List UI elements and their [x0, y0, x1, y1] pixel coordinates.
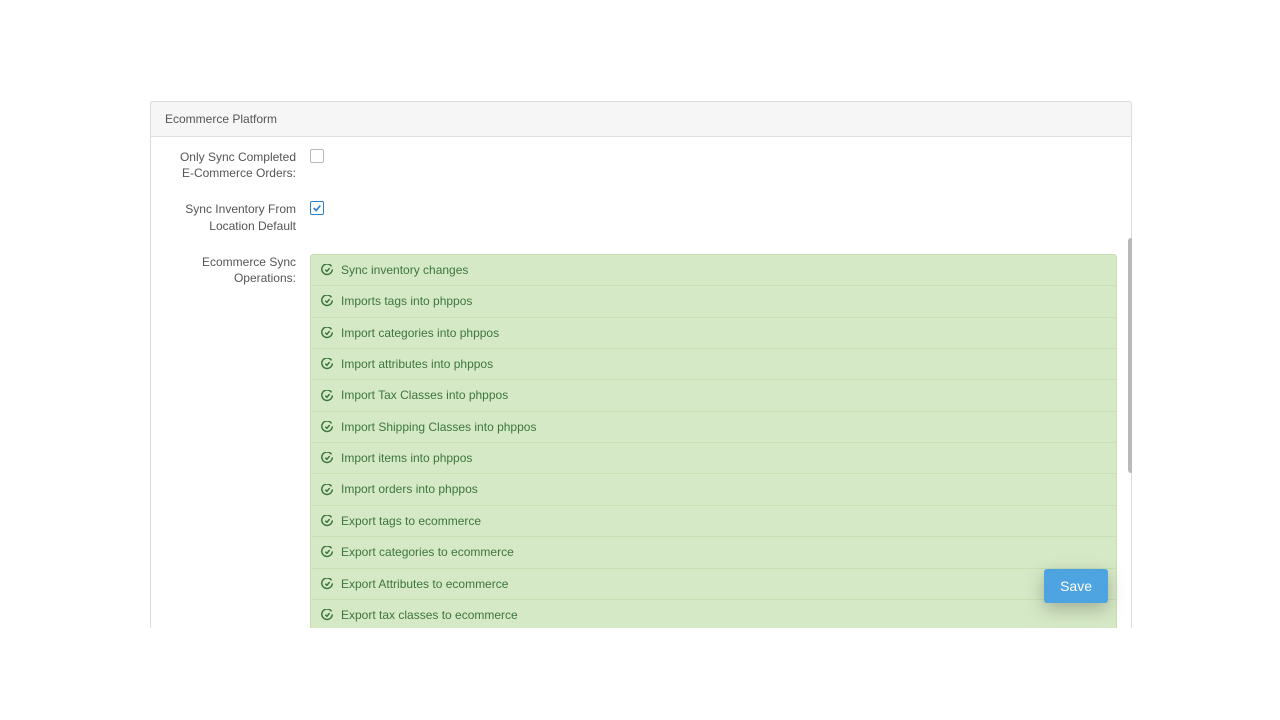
check-circle-icon [321, 609, 333, 621]
check-icon [312, 203, 322, 213]
checkbox-sync-inventory-location[interactable] [310, 201, 324, 215]
control-sync-operations: Sync inventory changes Imports tags into … [310, 254, 1117, 628]
check-circle-icon [321, 484, 333, 496]
sync-operation-label: Export categories to ecommerce [341, 545, 514, 559]
ecommerce-platform-panel: Ecommerce Platform Only Sync Completed E… [150, 101, 1132, 628]
check-circle-icon [321, 421, 333, 433]
sync-operation-label: Export tags to ecommerce [341, 514, 481, 528]
sync-operation-item[interactable]: Import categories into phppos [310, 317, 1117, 349]
sync-operation-item[interactable]: Import orders into phppos [310, 473, 1117, 505]
check-circle-icon [321, 515, 333, 527]
label-sync-operations: Ecommerce Sync Operations: [165, 254, 310, 286]
label-only-sync-completed: Only Sync Completed E-Commerce Orders: [165, 149, 310, 181]
sync-operation-item[interactable]: Import Shipping Classes into phppos [310, 411, 1117, 443]
sync-operation-item[interactable]: Sync inventory changes [310, 254, 1117, 286]
sync-operation-label: Imports tags into phppos [341, 294, 472, 308]
check-circle-icon [321, 452, 333, 464]
sync-operation-item[interactable]: Export tax classes to ecommerce [310, 599, 1117, 628]
row-only-sync-completed: Only Sync Completed E-Commerce Orders: [165, 149, 1117, 181]
sync-operations-list: Sync inventory changes Imports tags into … [310, 254, 1117, 628]
sync-operation-item[interactable]: Import attributes into phppos [310, 348, 1117, 380]
save-button[interactable]: Save [1044, 569, 1108, 603]
sync-operation-item[interactable]: Import Tax Classes into phppos [310, 379, 1117, 411]
panel-title: Ecommerce Platform [151, 102, 1131, 137]
sync-operation-label: Sync inventory changes [341, 263, 468, 277]
label-sync-inventory-location: Sync Inventory From Location Default [165, 201, 310, 233]
sync-operation-label: Import Shipping Classes into phppos [341, 420, 536, 434]
check-circle-icon [321, 358, 333, 370]
page-clip: Ecommerce Platform Only Sync Completed E… [150, 101, 1132, 628]
panel-body: Only Sync Completed E-Commerce Orders: S… [151, 137, 1131, 628]
sync-operation-item[interactable]: Export Attributes to ecommerce [310, 568, 1117, 600]
sync-operation-label: Import attributes into phppos [341, 357, 493, 371]
sync-operation-label: Import items into phppos [341, 451, 472, 465]
sync-operation-label: Import orders into phppos [341, 482, 478, 496]
check-circle-icon [321, 578, 333, 590]
sync-operation-label: Export Attributes to ecommerce [341, 577, 508, 591]
sync-operation-item[interactable]: Export categories to ecommerce [310, 536, 1117, 568]
sync-operation-label: Import Tax Classes into phppos [341, 388, 508, 402]
check-circle-icon [321, 264, 333, 276]
sync-operation-item[interactable]: Import items into phppos [310, 442, 1117, 474]
sync-operation-label: Import categories into phppos [341, 326, 499, 340]
check-circle-icon [321, 390, 333, 402]
checkbox-only-sync-completed[interactable] [310, 149, 324, 163]
check-circle-icon [321, 295, 333, 307]
row-sync-inventory-location: Sync Inventory From Location Default [165, 201, 1117, 233]
scrollbar[interactable] [1128, 238, 1132, 473]
check-circle-icon [321, 546, 333, 558]
row-sync-operations: Ecommerce Sync Operations: Sync inventor… [165, 254, 1117, 628]
sync-operation-label: Export tax classes to ecommerce [341, 608, 518, 622]
check-circle-icon [321, 327, 333, 339]
control-only-sync-completed [310, 149, 1117, 166]
control-sync-inventory-location [310, 201, 1117, 216]
sync-operation-item[interactable]: Imports tags into phppos [310, 285, 1117, 317]
settings-page: Ecommerce Platform Only Sync Completed E… [150, 101, 1132, 628]
sync-operation-item[interactable]: Export tags to ecommerce [310, 505, 1117, 537]
